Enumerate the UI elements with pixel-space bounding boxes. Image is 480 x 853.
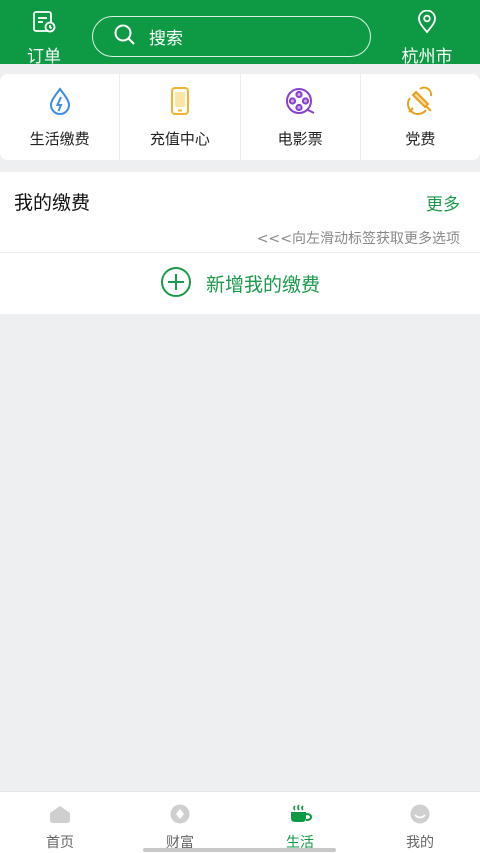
add-payment-button[interactable]: 新增我的缴费 — [0, 253, 480, 314]
search-icon — [113, 23, 137, 51]
water-electric-icon — [45, 86, 75, 120]
quick-actions-panel: 生活缴费 充值中心 电影票 党费 — [0, 74, 480, 160]
quick-action-label: 生活缴费 — [29, 129, 90, 148]
tab-label: 首页 — [46, 835, 74, 851]
film-reel-icon — [284, 86, 316, 120]
bottom-tab-bar: 首页 财富 生活 我的 — [0, 791, 480, 853]
orders-icon — [31, 10, 57, 38]
swipe-hint: <<<向左滑动标签获取更多选项 — [256, 231, 460, 247]
my-payments-section: 我的缴费 更多 <<<向左滑动标签获取更多选项 新增我的缴费 — [0, 172, 480, 314]
coffee-cup-icon — [287, 804, 313, 828]
quick-action-label: 党费 — [405, 129, 436, 148]
tab-mine[interactable]: 我的 — [360, 792, 480, 853]
profile-icon — [408, 804, 432, 828]
tab-label: 我的 — [406, 835, 434, 851]
quick-action-label: 充值中心 — [149, 129, 210, 148]
party-emblem-icon — [404, 86, 436, 120]
location-pin-icon — [416, 9, 438, 38]
home-icon — [48, 804, 72, 828]
section-title: 我的缴费 — [14, 192, 91, 214]
quick-recharge-center[interactable]: 充值中心 — [120, 74, 241, 160]
add-payment-label: 新增我的缴费 — [205, 274, 320, 296]
search-placeholder: 搜索 — [149, 29, 183, 49]
orders-label: 订单 — [27, 47, 61, 67]
city-selector[interactable]: 杭州市 — [394, 9, 460, 67]
top-header: 订单 搜索 杭州市 — [0, 0, 480, 67]
wealth-icon — [168, 804, 192, 828]
quick-action-label: 电影票 — [277, 129, 323, 148]
phone-recharge-icon — [165, 86, 195, 120]
quick-party-fee[interactable]: 党费 — [361, 74, 480, 160]
tab-wealth[interactable]: 财富 — [120, 792, 240, 853]
city-label: 杭州市 — [401, 47, 453, 67]
more-link[interactable]: 更多 — [426, 190, 460, 215]
quick-movie-tickets[interactable]: 电影票 — [241, 74, 361, 160]
tab-life[interactable]: 生活 — [240, 792, 360, 853]
home-indicator[interactable] — [143, 848, 336, 852]
orders-button[interactable]: 订单 — [14, 10, 74, 67]
tab-home[interactable]: 首页 — [0, 792, 120, 853]
plus-circle-icon — [160, 266, 192, 302]
quick-life-payment[interactable]: 生活缴费 — [0, 74, 121, 160]
search-bar[interactable]: 搜索 — [92, 16, 371, 57]
